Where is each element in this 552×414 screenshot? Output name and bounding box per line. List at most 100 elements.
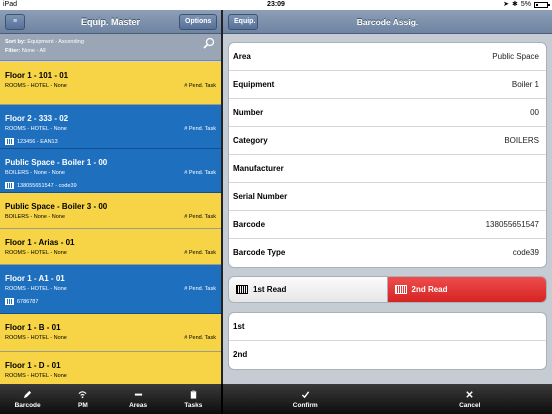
detail-value: 00	[530, 108, 539, 117]
detail-label: Manufacturer	[233, 164, 284, 173]
details-group: Area Public Space Equipment Boiler 1 Num…	[228, 42, 547, 268]
options-button[interactable]: Options	[179, 14, 217, 30]
tab-pm[interactable]: PM	[55, 384, 110, 414]
detail-row-serial-number: Serial Number	[229, 183, 546, 211]
item-subtitle: BOILERS - None - None	[5, 170, 65, 176]
read-segmented-control: 1st Read 2nd Read	[228, 276, 547, 303]
right-navbar: Equip. Barcode Assig.	[223, 10, 552, 34]
list-item[interactable]: Floor 1 - B - 01 ROOMS - HOTEL - None # …	[0, 314, 221, 352]
first-read-segment[interactable]: 1st Read	[229, 277, 388, 302]
equipment-master-pane: ≡ Equip. Master Options Sort by: Equipme…	[0, 10, 221, 384]
detail-row-area: Area Public Space	[229, 43, 546, 71]
barcode-assign-pane: Equip. Barcode Assig. Area Public Space …	[223, 10, 552, 384]
second-read-segment[interactable]: 2nd Read	[387, 277, 546, 302]
list-item[interactable]: Floor 1 - 101 - 01 ROOMS - HOTEL - None …	[0, 62, 221, 105]
filter-label: Filter:	[5, 48, 21, 54]
tab-label: Barcode	[14, 401, 41, 409]
list-item[interactable]: Floor 1 - Arias - 01 ROOMS - HOTEL - Non…	[0, 229, 221, 265]
read-label: 2nd	[233, 350, 248, 359]
detail-row-barcode: Barcode 138055651547	[229, 211, 546, 239]
detail-label: Barcode	[233, 220, 266, 229]
item-barcode: 6786787	[17, 298, 39, 305]
location-icon: ➤	[503, 1, 509, 8]
left-navbar: ≡ Equip. Master Options	[0, 10, 221, 34]
detail-value: BOILERS	[504, 136, 539, 145]
item-pending-task: # Pend. Task	[184, 170, 216, 176]
item-subtitle: ROOMS - HOTEL - None	[5, 83, 67, 89]
tab-tasks[interactable]: Tasks	[166, 384, 221, 414]
filter-value[interactable]: None - All	[22, 48, 46, 54]
tab-label: Areas	[129, 401, 148, 409]
wifi-icon	[78, 390, 87, 398]
item-title: Floor 1 - Arias - 01	[5, 238, 75, 247]
list-item[interactable]: Public Space - Boiler 3 - 00 BOILERS - N…	[0, 193, 221, 229]
read-label: 1st	[233, 322, 245, 331]
detail-row-equipment: Equipment Boiler 1	[229, 71, 546, 99]
battery-icon	[534, 2, 550, 8]
detail-label: Category	[233, 136, 268, 145]
item-pending-task: # Pend. Task	[184, 83, 216, 89]
search-icon[interactable]	[203, 37, 215, 49]
item-subtitle: ROOMS - HOTEL - None	[5, 286, 67, 292]
detail-row-barcode-type: Barcode Type code39	[229, 239, 546, 267]
second-read-field[interactable]: 2nd	[229, 341, 546, 369]
clipboard-icon	[190, 389, 197, 399]
first-read-field[interactable]: 1st	[229, 313, 546, 341]
first-read-label: 1st Read	[253, 285, 287, 294]
pencil-icon	[24, 390, 32, 398]
tab-label: Tasks	[184, 401, 203, 409]
cancel-label: Cancel	[459, 401, 481, 409]
status-bar: iPad 23:09 ➤ ✱ 5%	[0, 0, 552, 10]
item-title: Public Space - Boiler 1 - 00	[5, 158, 108, 167]
item-title: Public Space - Boiler 3 - 00	[5, 202, 108, 211]
tab-label: PM	[78, 401, 88, 409]
detail-label: Number	[233, 108, 264, 117]
item-pending-task: # Pend. Task	[184, 126, 216, 132]
item-title: Floor 1 - B - 01	[5, 323, 61, 332]
confirm-button[interactable]: Confirm	[223, 384, 388, 414]
item-subtitle: ROOMS - HOTEL - None	[5, 250, 67, 256]
detail-row-category: Category BOILERS	[229, 127, 546, 155]
barcode-icon	[236, 285, 248, 294]
tab-areas[interactable]: Areas	[111, 384, 166, 414]
barcode-icon	[394, 285, 407, 294]
item-subtitle: ROOMS - HOTEL - None	[5, 126, 67, 132]
detail-label: Area	[233, 52, 251, 61]
detail-row-number: Number 00	[229, 99, 546, 127]
left-tab-bar: Barcode PM Areas Tasks	[0, 384, 221, 414]
list-item[interactable]: Floor 1 - A1 - 01 ROOMS - HOTEL - None #…	[0, 265, 221, 314]
item-subtitle: ROOMS - HOTEL - None	[5, 335, 67, 341]
check-icon	[301, 390, 309, 398]
sort-value[interactable]: Equipment - Ascending	[27, 39, 84, 45]
barcode-icon	[5, 138, 14, 145]
list-item[interactable]: Floor 1 - D - 01 ROOMS - HOTEL - None	[0, 352, 221, 384]
list-item[interactable]: Public Space - Boiler 1 - 00 BOILERS - N…	[0, 149, 221, 193]
detail-value: code39	[512, 248, 539, 257]
detail-value: Public Space	[492, 52, 539, 61]
cancel-button[interactable]: Cancel	[388, 384, 552, 414]
item-barcode: 138055651547 - code39	[17, 182, 77, 189]
second-read-label: 2nd Read	[411, 285, 448, 294]
clock: 23:09	[267, 1, 285, 8]
battery-percent: 5%	[520, 1, 531, 8]
sort-label: Sort by:	[5, 39, 26, 45]
tab-barcode[interactable]: Barcode	[0, 384, 55, 414]
detail-value: Boiler 1	[511, 80, 539, 89]
item-pending-task: # Pend. Task	[184, 214, 216, 220]
item-title: Floor 2 - 333 - 02	[5, 114, 69, 123]
right-title: Barcode Assig.	[356, 17, 419, 27]
detail-label: Equipment	[233, 80, 275, 89]
bluetooth-icon: ✱	[512, 1, 518, 8]
item-pending-task: # Pend. Task	[184, 250, 216, 256]
equipment-list: Floor 1 - 101 - 01 ROOMS - HOTEL - None …	[0, 62, 221, 384]
item-barcode: 123456 - EAN13	[17, 138, 58, 145]
confirm-label: Confirm	[292, 401, 318, 409]
list-item[interactable]: Floor 2 - 333 - 02 ROOMS - HOTEL - None …	[0, 105, 221, 149]
item-title: Floor 1 - 101 - 01	[5, 71, 69, 80]
reads-group: 1st 2nd	[228, 312, 547, 370]
item-subtitle: ROOMS - HOTEL - None	[5, 373, 67, 379]
item-title: Floor 1 - A1 - 01	[5, 274, 65, 283]
item-title: Floor 1 - D - 01	[5, 361, 61, 370]
barcode-icon	[5, 298, 14, 305]
detail-row-manufacturer: Manufacturer	[229, 155, 546, 183]
